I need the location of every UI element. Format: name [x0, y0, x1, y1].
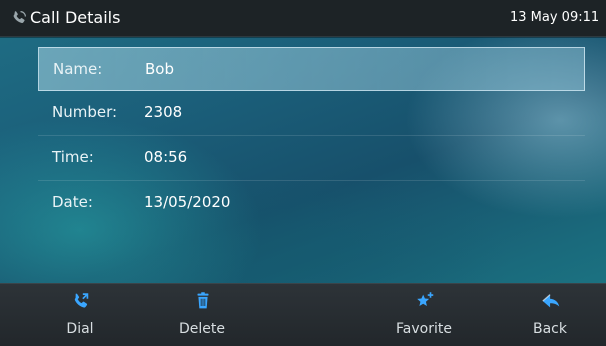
softkey-bar: Dial Delete Favorite Back — [0, 283, 606, 346]
title-bar: Call Details 13 May 09:11 — [0, 0, 606, 37]
star-plus-icon — [417, 292, 434, 306]
details-list: Name: Bob Number: 2308 Time: 08:56 Date:… — [38, 47, 585, 226]
detail-label: Time: — [52, 148, 94, 166]
screen-background: Call Details 13 May 09:11 Name: Bob Numb… — [0, 0, 606, 346]
detail-row-name[interactable]: Name: Bob — [38, 47, 585, 91]
trash-icon — [197, 292, 209, 309]
favorite-label: Favorite — [396, 321, 452, 337]
dial-button[interactable]: Dial — [30, 284, 130, 346]
detail-row-number[interactable]: Number: 2308 — [38, 91, 585, 136]
delete-label: Delete — [179, 321, 225, 337]
favorite-button[interactable]: Favorite — [374, 284, 474, 346]
back-label: Back — [533, 321, 567, 337]
detail-value: 2308 — [144, 103, 183, 121]
dial-icon — [74, 293, 89, 308]
detail-value: 13/05/2020 — [144, 193, 231, 211]
page-title: Call Details — [30, 8, 121, 27]
detail-label: Number: — [52, 103, 118, 121]
dial-label: Dial — [66, 321, 94, 337]
date-time: 13 May 09:11 — [510, 10, 600, 25]
empty-softkey — [268, 284, 368, 346]
detail-row-date[interactable]: Date: 13/05/2020 — [38, 181, 585, 226]
back-arrow-icon — [542, 294, 560, 308]
phone-icon — [13, 11, 26, 24]
detail-label: Name: — [53, 60, 103, 78]
delete-button[interactable]: Delete — [152, 284, 252, 346]
detail-value: 08:56 — [144, 148, 188, 166]
detail-label: Date: — [52, 193, 93, 211]
detail-value: Bob — [145, 60, 174, 78]
back-button[interactable]: Back — [500, 284, 600, 346]
detail-row-time[interactable]: Time: 08:56 — [38, 136, 585, 181]
